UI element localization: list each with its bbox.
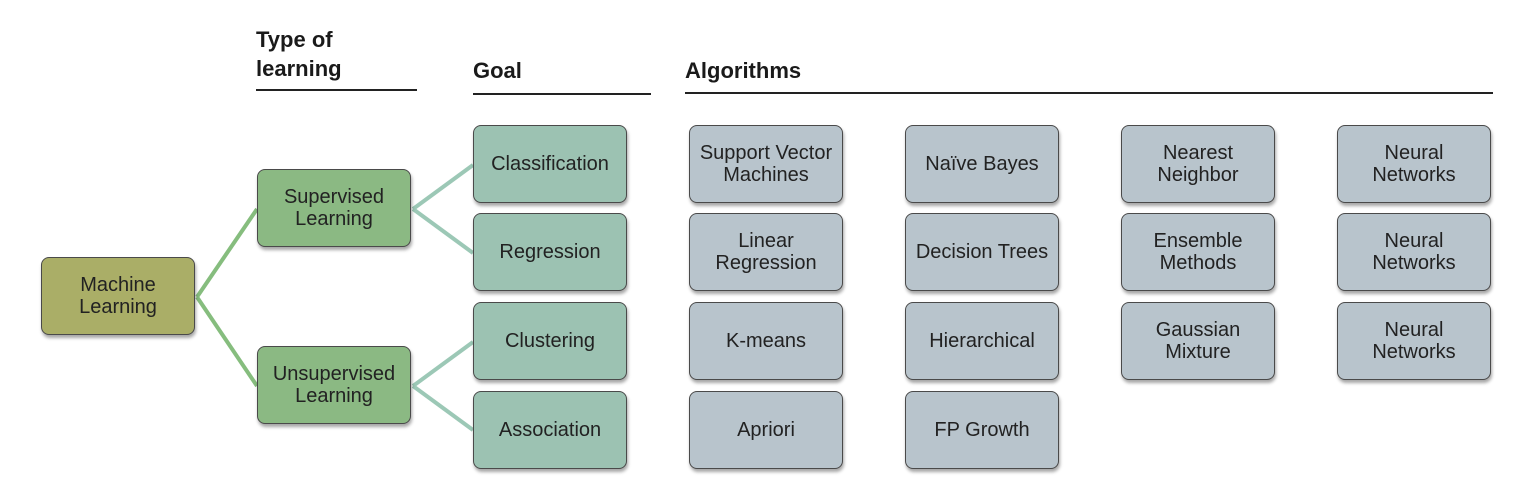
header-goal: Goal [473, 58, 522, 83]
header-rule-goal [473, 93, 651, 95]
link-unsupervised-association [411, 384, 475, 432]
link-supervised-regression [411, 207, 475, 255]
node-goal-clustering: Clustering [473, 302, 627, 380]
node-goal-classification: Classification [473, 125, 627, 203]
link-supervised-classification [411, 163, 475, 211]
node-algorithm: Gaussian Mixture [1121, 302, 1275, 380]
node-algorithm: K-means [689, 302, 843, 380]
node-goal-regression: Regression [473, 213, 627, 291]
node-algorithm: Ensemble Methods [1121, 213, 1275, 291]
header-type-of-learning: Type of learning [256, 27, 342, 81]
node-algorithm: Neural Networks [1337, 302, 1491, 380]
node-algorithm: Decision Trees [905, 213, 1059, 291]
link-unsupervised-clustering [411, 340, 475, 388]
link-root-supervised [195, 207, 259, 299]
link-root-unsupervised [195, 295, 259, 388]
header-rule-algorithms [685, 92, 1493, 94]
node-algorithm: FP Growth [905, 391, 1059, 469]
node-algorithm: Linear Regression [689, 213, 843, 291]
node-algorithm: Support Vector Machines [689, 125, 843, 203]
node-algorithm: Naïve Bayes [905, 125, 1059, 203]
node-algorithm: Apriori [689, 391, 843, 469]
node-algorithm: Nearest Neighbor [1121, 125, 1275, 203]
node-algorithm: Neural Networks [1337, 125, 1491, 203]
node-algorithm: Neural Networks [1337, 213, 1491, 291]
node-unsupervised-learning: Unsupervised Learning [257, 346, 411, 424]
node-goal-association: Association [473, 391, 627, 469]
node-machine-learning: Machine Learning [41, 257, 195, 335]
header-rule-type [256, 89, 417, 91]
node-supervised-learning: Supervised Learning [257, 169, 411, 247]
node-algorithm: Hierarchical [905, 302, 1059, 380]
header-algorithms: Algorithms [685, 58, 802, 83]
